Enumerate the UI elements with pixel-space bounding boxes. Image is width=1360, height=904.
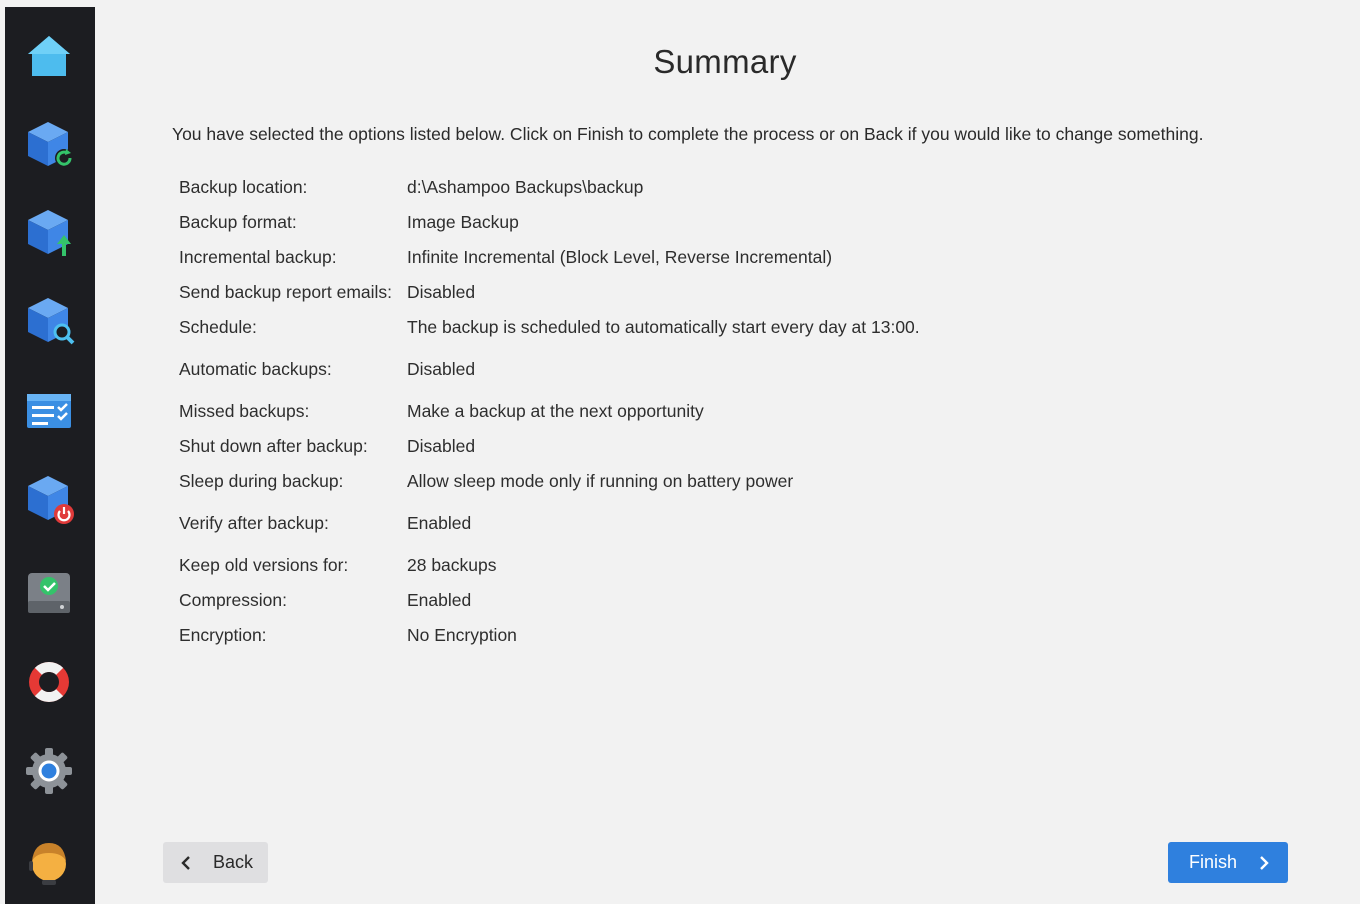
chevron-right-icon: [1260, 855, 1269, 870]
row-label: Compression:: [179, 590, 287, 610]
cube-refresh-icon: [28, 122, 73, 167]
row-label: Schedule:: [179, 317, 257, 337]
row-label: Verify after backup:: [179, 513, 329, 533]
row-value: Infinite Incremental (Block Level, Rever…: [407, 247, 833, 267]
sidebar-item-task-list[interactable]: [20, 382, 78, 440]
row-value: d:\Ashampoo Backups\backup: [407, 177, 644, 197]
sidebar-item-backup-search[interactable]: [20, 292, 78, 350]
row-label: Backup location:: [179, 177, 308, 197]
drive-check-icon: [28, 573, 70, 613]
row-label: Encryption:: [179, 625, 267, 645]
sidebar-item-backup-restore[interactable]: [20, 116, 78, 174]
row-value: Make a backup at the next opportunity: [407, 401, 704, 421]
sidebar: [5, 7, 95, 904]
sidebar-item-home[interactable]: [20, 28, 78, 86]
row-value: Allow sleep mode only if running on batt…: [407, 471, 794, 491]
lifebuoy-icon: [29, 662, 69, 702]
row-value: Image Backup: [407, 212, 519, 232]
row-value: Disabled: [407, 436, 476, 456]
row-label: Missed backups:: [179, 401, 310, 421]
sidebar-item-drive-check[interactable]: [20, 563, 78, 621]
row-value: Disabled: [407, 359, 476, 379]
sidebar-item-backup-upload[interactable]: [20, 204, 78, 262]
gear-icon: [26, 748, 72, 794]
page-title: Summary: [653, 43, 797, 80]
row-label: Backup format:: [179, 212, 297, 232]
back-button[interactable]: Back: [163, 842, 268, 883]
sidebar-item-settings[interactable]: [20, 742, 78, 800]
back-button-label: Back: [213, 852, 254, 872]
row-label: Incremental backup:: [179, 247, 337, 267]
row-label: Keep old versions for:: [179, 555, 349, 575]
row-label: Sleep during backup:: [179, 471, 344, 491]
row-label: Shut down after backup:: [179, 436, 368, 456]
cube-power-icon: [28, 476, 74, 524]
finish-button-label: Finish: [1189, 852, 1238, 872]
row-value: 28 backups: [407, 555, 497, 575]
chevron-left-icon: [181, 855, 190, 870]
app-window: Summary You have selected the options li…: [5, 7, 1355, 904]
cube-upload-icon: [28, 210, 71, 256]
checklist-icon: [27, 394, 71, 428]
row-value: No Encryption: [407, 625, 517, 645]
finish-button[interactable]: Finish: [1168, 842, 1288, 883]
main-content: Summary You have selected the options li…: [95, 7, 1355, 904]
avatar-icon: [29, 843, 66, 885]
sidebar-item-backup-power[interactable]: [20, 470, 78, 528]
sidebar-item-help[interactable]: [20, 653, 78, 711]
row-value: Enabled: [407, 513, 472, 533]
row-value: Enabled: [407, 590, 472, 610]
home-icon: [28, 36, 70, 76]
sidebar-item-account[interactable]: [20, 833, 78, 891]
cube-search-icon: [28, 298, 75, 345]
row-value: Disabled: [407, 282, 476, 302]
row-value: The backup is scheduled to automatically…: [407, 317, 920, 337]
intro-text: You have selected the options listed bel…: [172, 124, 1204, 144]
row-label: Automatic backups:: [179, 359, 332, 379]
row-label: Send backup report emails:: [179, 282, 393, 302]
